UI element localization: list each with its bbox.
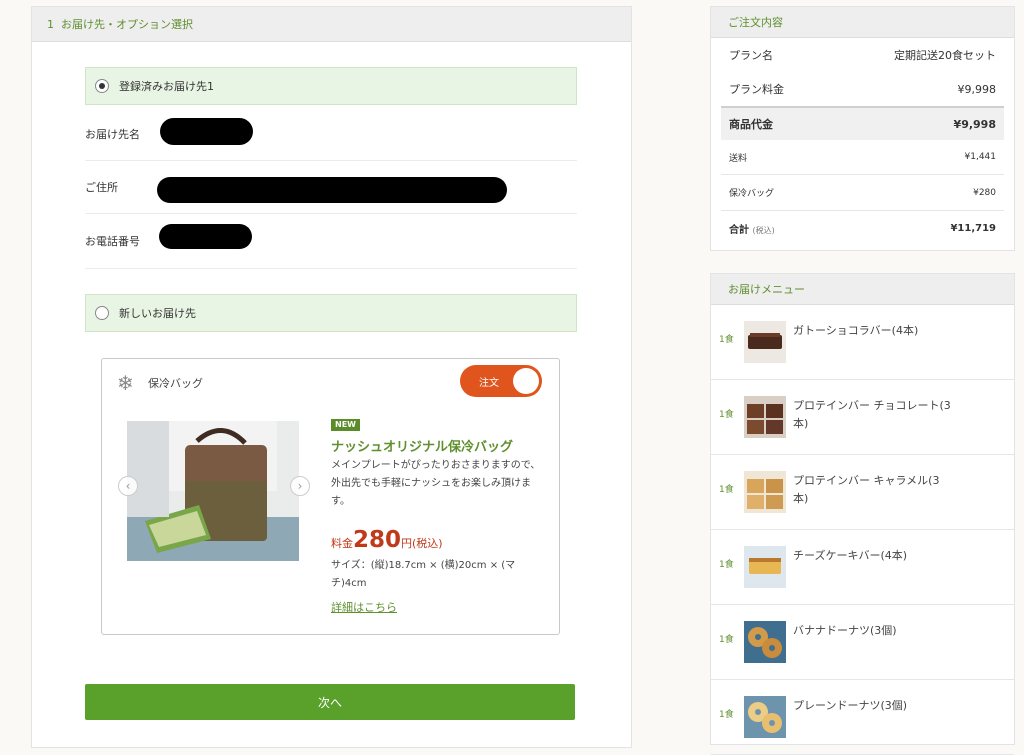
summary-header: ご注文内容 [711, 7, 1014, 38]
cooler-bag-photo [127, 421, 299, 561]
redacted-recipient [160, 118, 253, 145]
menu-item[interactable]: 1食 バナナドーナツ(3個) [711, 605, 1014, 680]
radio-checked-icon[interactable] [95, 79, 109, 93]
step-number: 1 [47, 17, 54, 31]
menu-item-name: チーズケーキバー(4本) [793, 549, 908, 562]
shipping-label: 送料 [729, 153, 748, 164]
new-badge: NEW [331, 419, 360, 431]
size-info: サイズ：(縦)18.7cm × (横)20cm × (マチ)4cm [331, 560, 516, 589]
order-summary-card: ご注文内容 プラン名 定期記送20食セット プラン料金 ¥9,998 商品代金 … [710, 6, 1015, 251]
registered-address-option[interactable]: 登録済みお届け先1 [85, 67, 577, 105]
price-label: 料金 [331, 537, 353, 550]
redacted-phone [159, 224, 252, 249]
phone-label: お電話番号 [85, 235, 140, 248]
menu-qty: 1食 [719, 710, 734, 720]
menu-item-image [744, 471, 786, 513]
menu-qty: 1食 [719, 635, 734, 645]
subtotal-row: 商品代金 ¥9,998 [721, 108, 1004, 140]
menu-item-image [744, 696, 786, 738]
menu-qty: 1食 [719, 335, 734, 345]
total-value: ¥11,719 [950, 222, 996, 234]
plan-row: プラン名 定期記送20食セット [721, 38, 1004, 72]
bag-label: 保冷バッグ [729, 189, 775, 199]
menu-header: お届けメニュー [711, 274, 1014, 305]
subtotal-label: 商品代金 [729, 118, 773, 131]
new-address-label: 新しいお届け先 [119, 307, 196, 320]
toggle-knob [513, 368, 539, 394]
radio-unchecked-icon[interactable] [95, 306, 109, 320]
bag-row: 保冷バッグ ¥280 [721, 175, 1004, 211]
snowflake-icon: ❄ [117, 371, 134, 395]
total-note: (税込) [752, 225, 775, 235]
menu-qty: 1食 [719, 485, 734, 495]
menu-item[interactable]: 1食 プロテインバー キャラメル(3本) [711, 455, 1014, 530]
menu-item-image [744, 321, 786, 363]
total-row: 合計 (税込) ¥11,719 [721, 211, 1004, 245]
recipient-label: お届け先名 [85, 128, 140, 141]
plan-fee-label: プラン料金 [729, 83, 784, 96]
menu-item-name: プレーンドーナツ(3個) [793, 699, 908, 712]
product-description: メインプレートがぴったりおさまりますので、外出先でも手軽にナッシュをお楽しみ頂け… [331, 460, 541, 507]
address-label: ご住所 [85, 181, 118, 194]
delivery-options-card: 1 お届け先・オプション選択 登録済みお届け先1 お届け先名 ご住所 お電話番号… [31, 6, 632, 748]
menu-item[interactable]: 1食 プレーンドーナツ(3個) [711, 680, 1014, 755]
new-address-option[interactable]: 新しいお届け先 [85, 294, 577, 332]
shipping-row: 送料 ¥1,441 [721, 140, 1004, 175]
menu-item-name: バナナドーナツ(3個) [793, 624, 897, 637]
menu-item-image [744, 396, 786, 438]
menu-item-image [744, 546, 786, 588]
section-header: 1 お届け先・オプション選択 [32, 7, 631, 42]
shipping-value: ¥1,441 [964, 152, 997, 162]
menu-item-name: プロテインバー キャラメル(3本) [793, 474, 940, 505]
price-unit: 円(税込) [401, 537, 443, 550]
plan-value: 定期記送20食セット [894, 49, 996, 62]
recipient-row: お届け先名 [85, 108, 577, 161]
section-title: お届け先・オプション選択 [61, 18, 193, 31]
redacted-address [157, 177, 507, 203]
registered-address-label: 登録済みお届け先1 [119, 80, 214, 93]
product-title: ナッシュオリジナル保冷バッグ [331, 440, 514, 455]
cooler-bag-option: ❄ 保冷バッグ 注文 ‹ › NEW ナッシュオリジナル保冷バッグ メインプレー… [101, 358, 560, 635]
next-button[interactable]: 次へ [85, 684, 575, 720]
carousel-prev-icon[interactable]: ‹ [118, 476, 138, 496]
menu-qty: 1食 [719, 410, 734, 420]
subtotal-value: ¥9,998 [953, 117, 996, 131]
price: 料金280円(税込) [331, 527, 443, 553]
option-name: 保冷バッグ [148, 377, 203, 390]
plan-label: プラン名 [729, 49, 773, 62]
menu-item-name: プロテインバー チョコレート(3本) [793, 399, 951, 430]
total-label: 合計 [729, 224, 749, 236]
menu-item[interactable]: 1食 チーズケーキバー(4本) [711, 530, 1014, 605]
bag-value: ¥280 [973, 187, 996, 198]
menu-item-name: ガトーショコラバー(4本) [793, 324, 919, 337]
menu-qty: 1食 [719, 560, 734, 570]
price-value: 280 [353, 527, 402, 553]
menu-item-image [744, 621, 786, 663]
toggle-label: 注文 [479, 377, 499, 389]
detail-link[interactable]: 詳細はこちら [331, 599, 397, 615]
phone-row: お電話番号 [85, 214, 577, 269]
delivery-menu-card: お届けメニュー 1食 ガトーショコラバー(4本) 1食 プロテインバー チョコレ… [710, 273, 1015, 755]
plan-fee-row: プラン料金 ¥9,998 [721, 72, 1004, 108]
order-toggle[interactable]: 注文 [460, 365, 542, 397]
carousel-next-icon[interactable]: › [290, 476, 310, 496]
menu-item[interactable]: 1食 プロテインバー チョコレート(3本) [711, 380, 1014, 455]
plan-fee-value: ¥9,998 [957, 82, 997, 96]
menu-item[interactable]: 1食 ガトーショコラバー(4本) [711, 305, 1014, 380]
